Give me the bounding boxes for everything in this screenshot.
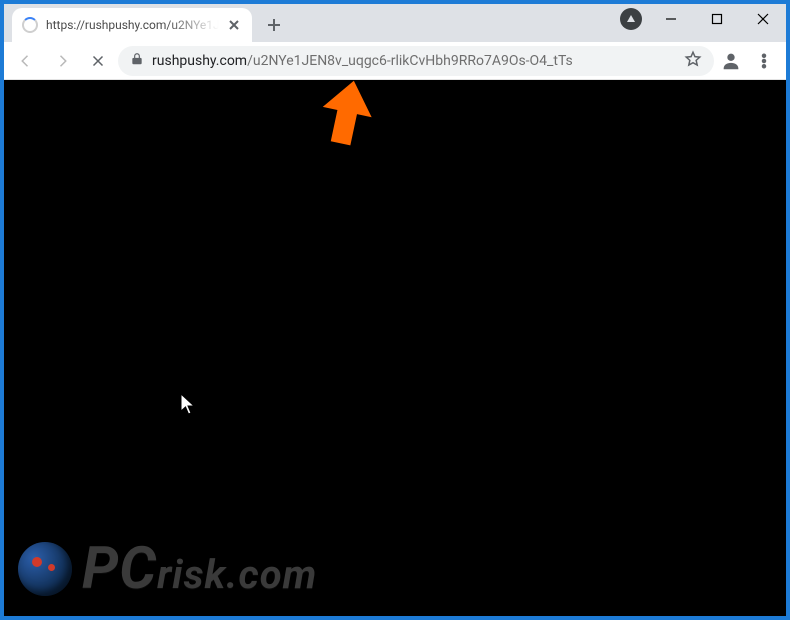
extension-indicator-icon[interactable] <box>620 8 642 30</box>
stop-button[interactable] <box>82 45 114 77</box>
mouse-cursor-icon <box>180 393 198 417</box>
url-text: rushpushy.com/u2NYe1JEN8v_uqgc6-rlikCvHb… <box>152 53 676 69</box>
window-close-button[interactable] <box>740 4 786 34</box>
os-window-frame: https://rushpushy.com/u2NYe1JE <box>0 0 790 620</box>
page-viewport: PCrisk.com <box>4 80 786 616</box>
browser-menu-button[interactable] <box>748 45 780 77</box>
url-host: rushpushy.com <box>152 53 247 69</box>
watermark-badge-icon <box>18 542 72 596</box>
browser-tab[interactable]: https://rushpushy.com/u2NYe1JE <box>12 8 252 42</box>
tab-title: https://rushpushy.com/u2NYe1JE <box>46 18 219 32</box>
close-tab-button[interactable] <box>227 17 242 33</box>
watermark: PCrisk.com <box>18 540 317 598</box>
browser-window: https://rushpushy.com/u2NYe1JE <box>4 4 786 616</box>
window-controls <box>620 4 786 34</box>
window-minimize-button[interactable] <box>648 4 694 34</box>
watermark-text: PCrisk.com <box>82 540 317 598</box>
url-path: /u2NYe1JEN8v_uqgc6-rlikCvHbh9RRo7A9Os-O4… <box>247 53 573 69</box>
loading-spinner-icon <box>22 17 38 33</box>
watermark-rest: risk.com <box>157 551 317 598</box>
tab-strip: https://rushpushy.com/u2NYe1JE <box>4 4 786 42</box>
browser-toolbar: rushpushy.com/u2NYe1JEN8v_uqgc6-rlikCvHb… <box>4 42 786 80</box>
bookmark-star-button[interactable] <box>684 50 702 72</box>
address-bar[interactable]: rushpushy.com/u2NYe1JEN8v_uqgc6-rlikCvHb… <box>118 46 714 76</box>
back-button[interactable] <box>10 45 42 77</box>
new-tab-button[interactable] <box>260 11 288 39</box>
watermark-pc: PC <box>82 535 157 603</box>
lock-icon <box>130 52 144 70</box>
window-maximize-button[interactable] <box>694 4 740 34</box>
profile-button[interactable] <box>718 48 744 74</box>
forward-button[interactable] <box>46 45 78 77</box>
